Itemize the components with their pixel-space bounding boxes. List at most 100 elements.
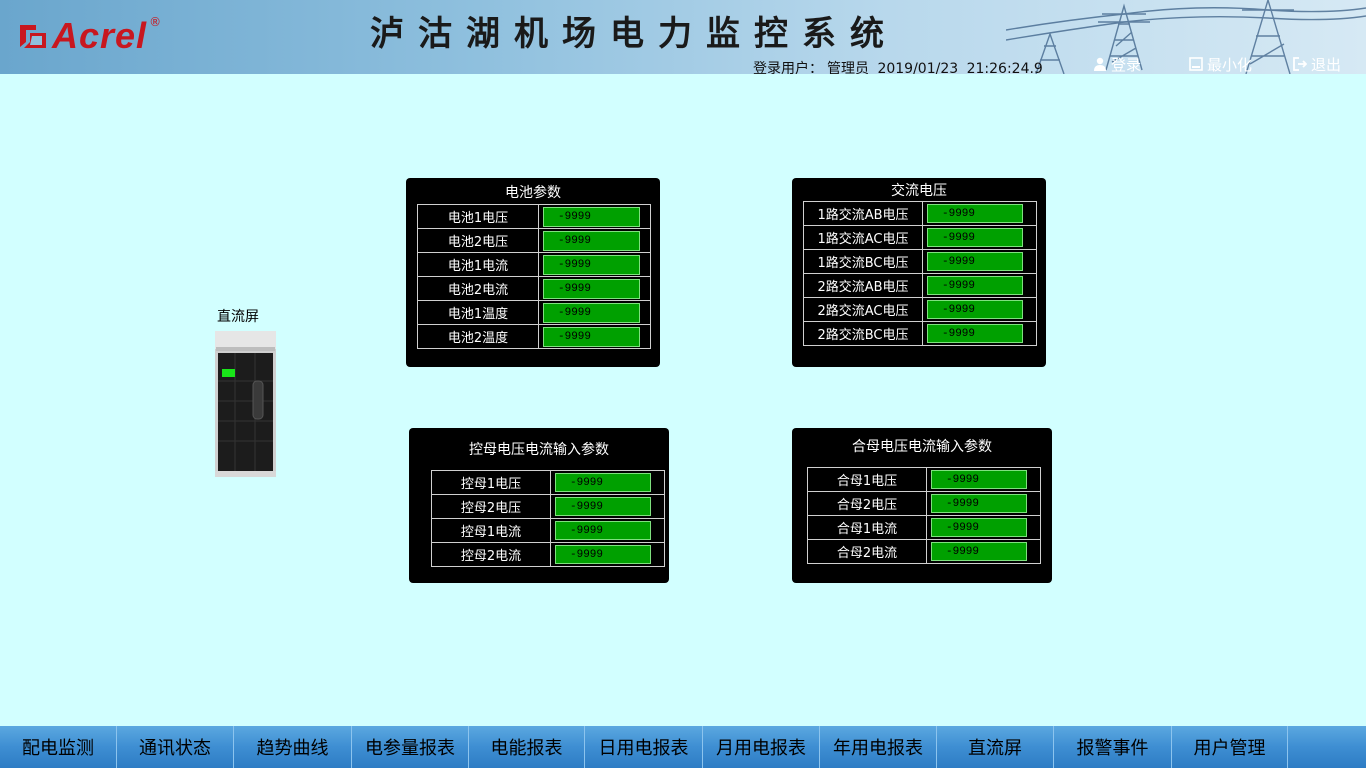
nav-item-3[interactable]: 趋势曲线	[234, 726, 352, 768]
param-value[interactable]: -9999	[543, 326, 640, 347]
exit-icon	[1293, 57, 1307, 71]
param-label: 2路交流BC电压	[803, 321, 923, 346]
param-value-cell: -9999	[922, 201, 1037, 226]
table-row: 电池2电流 -9999	[417, 276, 651, 301]
login-button[interactable]: 登录	[1093, 54, 1141, 74]
table-row: 2路交流AC电压 -9999	[803, 297, 1037, 322]
param-label: 电池1电流	[417, 252, 539, 277]
param-value[interactable]: -9999	[543, 278, 640, 299]
param-value[interactable]: -9999	[555, 473, 651, 492]
ac-voltage-table: 1路交流AB电压 -9999 1路交流AC电压 -9999 1路交流BC电压 -9999 2…	[803, 201, 1037, 346]
header-bar: Acrel ® 泸沽湖机场电力监控系统 登录用户： 管理员 2019/01/23 …	[0, 0, 1366, 74]
param-value-cell: -9999	[926, 467, 1041, 492]
param-value-cell: -9999	[926, 515, 1041, 540]
logo-registered-mark: ®	[149, 15, 162, 29]
param-value[interactable]: -9999	[927, 276, 1023, 295]
table-row: 电池1电压 -9999	[417, 204, 651, 229]
param-value[interactable]: -9999	[543, 206, 640, 227]
param-value[interactable]: -9999	[543, 254, 640, 275]
param-value[interactable]: -9999	[927, 228, 1023, 247]
nav-item-9[interactable]: 直流屏	[937, 726, 1054, 768]
param-value[interactable]: -9999	[931, 494, 1027, 513]
control-bus-panel-title: 控母电压电流输入参数	[469, 442, 609, 458]
login-user-label: 登录用户：	[753, 61, 823, 74]
param-value[interactable]: -9999	[931, 542, 1027, 561]
table-row: 控母2电压 -9999	[431, 494, 665, 519]
user-name: 管理员	[827, 61, 869, 74]
table-row: 电池1电流 -9999	[417, 252, 651, 277]
param-value-cell: -9999	[922, 273, 1037, 298]
param-value[interactable]: -9999	[927, 324, 1023, 343]
param-label: 2路交流AC电压	[803, 297, 923, 322]
param-value-cell: -9999	[550, 470, 665, 495]
param-label: 电池1电压	[417, 204, 539, 229]
nav-item-7[interactable]: 月用电报表	[703, 726, 820, 768]
table-row: 1路交流BC电压 -9999	[803, 249, 1037, 274]
table-row: 电池1温度 -9999	[417, 300, 651, 325]
logo-text: Acrel	[52, 15, 148, 56]
param-value[interactable]: -9999	[555, 545, 651, 564]
param-value-cell: -9999	[550, 542, 665, 567]
nav-item-4[interactable]: 电参量报表	[352, 726, 469, 768]
param-label: 2路交流AB电压	[803, 273, 923, 298]
param-value-cell: -9999	[926, 491, 1041, 516]
minimize-icon	[1189, 57, 1203, 71]
nav-item-6[interactable]: 日用电报表	[585, 726, 703, 768]
acrel-logo: Acrel ®	[18, 14, 162, 58]
ac-voltage-panel: 交流电压 1路交流AB电压 -9999 1路交流AC电压 -9999 1路交流BC电压 -…	[792, 178, 1046, 367]
user-icon	[1094, 57, 1106, 71]
control-bus-panel: 控母电压电流输入参数 控母1电压 -9999 控母2电压 -9999 控母1电流 -999…	[409, 428, 669, 583]
param-label: 1路交流AC电压	[803, 225, 923, 250]
nav-item-5[interactable]: 电能报表	[469, 726, 585, 768]
closing-bus-panel: 合母电压电流输入参数 合母1电压 -9999 合母2电压 -9999 合母1电流 -999…	[792, 428, 1052, 583]
table-row: 1路交流AC电压 -9999	[803, 225, 1037, 250]
param-value-cell: -9999	[922, 225, 1037, 250]
nav-item-2[interactable]: 通讯状态	[117, 726, 234, 768]
param-label: 1路交流AB电压	[803, 201, 923, 226]
param-value[interactable]: -9999	[543, 230, 640, 251]
param-value-cell: -9999	[538, 276, 651, 301]
param-value-cell: -9999	[538, 252, 651, 277]
exit-label: 退出	[1311, 55, 1342, 74]
param-value-cell: -9999	[922, 249, 1037, 274]
table-row: 合母1电流 -9999	[807, 515, 1041, 540]
table-row: 合母2电压 -9999	[807, 491, 1041, 516]
table-row: 合母1电压 -9999	[807, 467, 1041, 492]
current-date: 2019/01/23	[877, 61, 959, 74]
table-row: 2路交流AB电压 -9999	[803, 273, 1037, 298]
nav-item-11[interactable]: 用户管理	[1172, 726, 1288, 768]
param-value[interactable]: -9999	[927, 300, 1023, 319]
param-value-cell: -9999	[922, 321, 1037, 346]
param-value-cell: -9999	[926, 539, 1041, 564]
battery-panel: 电池参数 电池1电压 -9999 电池2电压 -9999 电池1电流 -9999 电池2电流…	[406, 178, 660, 367]
param-value-cell: -9999	[550, 494, 665, 519]
param-value[interactable]: -9999	[555, 497, 651, 516]
user-status-line: 登录用户： 管理员 2019/01/23 21:26:24.9	[753, 58, 1047, 74]
nav-item-1[interactable]: 配电监测	[0, 726, 117, 768]
param-label: 合母2电流	[807, 539, 927, 564]
param-value[interactable]: -9999	[555, 521, 651, 540]
param-value[interactable]: -9999	[543, 302, 640, 323]
table-row: 2路交流BC电压 -9999	[803, 321, 1037, 346]
param-label: 合母2电压	[807, 491, 927, 516]
param-value[interactable]: -9999	[927, 204, 1023, 223]
nav-item-10[interactable]: 报警事件	[1054, 726, 1172, 768]
param-label: 电池2温度	[417, 324, 539, 349]
param-label: 控母2电压	[431, 494, 551, 519]
param-value[interactable]: -9999	[927, 252, 1023, 271]
param-value[interactable]: -9999	[931, 518, 1027, 537]
ac-panel-title: 交流电压	[891, 183, 947, 199]
table-row: 电池2温度 -9999	[417, 324, 651, 349]
battery-panel-title: 电池参数	[505, 185, 561, 201]
exit-button[interactable]: 退出	[1293, 54, 1341, 74]
dc-cabinet-icon[interactable]	[215, 331, 276, 477]
logo-mark-icon	[20, 25, 46, 48]
minimize-button[interactable]: 最小化	[1189, 54, 1252, 74]
nav-item-8[interactable]: 年用电报表	[820, 726, 937, 768]
param-value-cell: -9999	[550, 518, 665, 543]
closing-bus-table: 合母1电压 -9999 合母2电压 -9999 合母1电流 -9999 合母2电流 -9999	[807, 467, 1041, 564]
param-value[interactable]: -9999	[931, 470, 1027, 489]
dc-cabinet-label: 直流屏	[217, 309, 259, 325]
page-title: 泸沽湖机场电力监控系统	[370, 14, 898, 54]
param-label: 1路交流BC电压	[803, 249, 923, 274]
